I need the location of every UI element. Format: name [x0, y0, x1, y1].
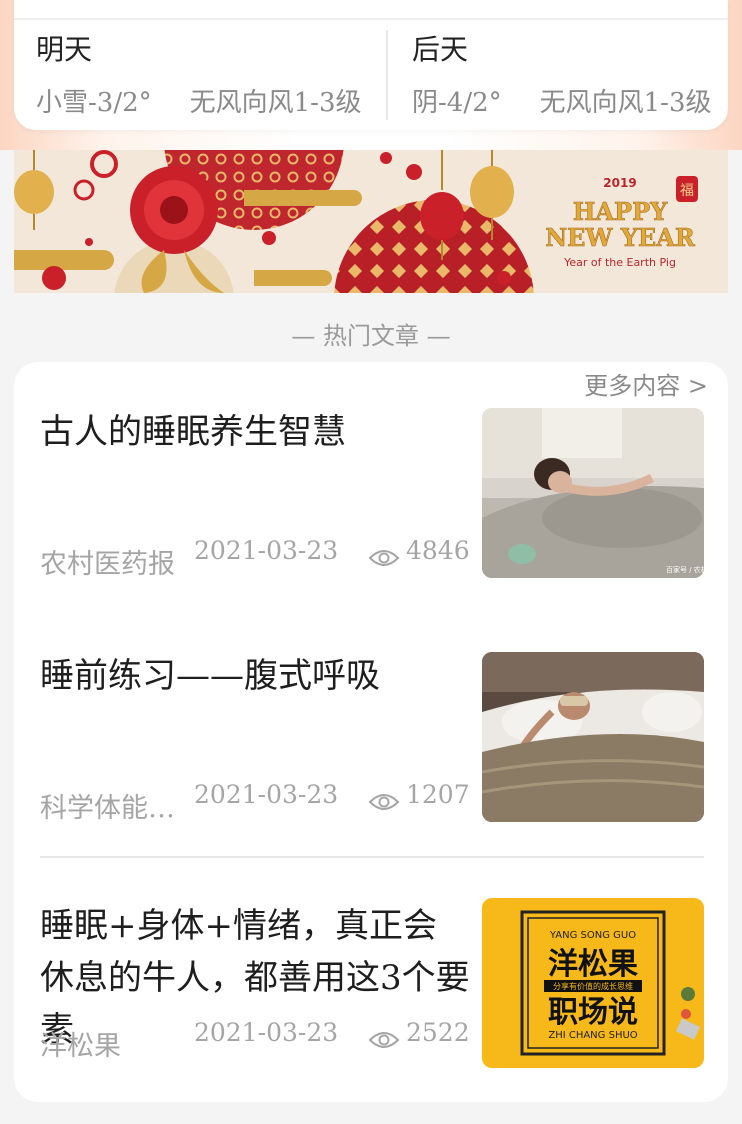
- article-source: 农村医药报: [40, 549, 175, 580]
- forecast-condition: 阴-4/2°: [412, 88, 502, 118]
- article-source: 洋松果: [40, 1031, 121, 1062]
- forecast-day-after: 后天 阴-4/2° 无风向风1-3级: [412, 30, 712, 119]
- forecast-wind: 无风向风1-3级: [189, 88, 362, 118]
- article-views: 2522: [406, 1018, 470, 1047]
- logo-bottom-text: ZHI CHANG SHUO: [548, 1030, 637, 1041]
- card-top-line: [14, 18, 728, 20]
- article-source: 科学体能…: [40, 793, 175, 824]
- eye-icon: [368, 1032, 400, 1048]
- weather-forecast-card: 明天 小雪-3/2° 无风向风1-3级 后天 阴-4/2° 无风向风1-3级: [14, 0, 728, 130]
- article-title[interactable]: 睡前练习——腹式呼吸: [40, 650, 470, 702]
- logo-top-text: YANG SONG GUO: [549, 930, 636, 941]
- more-content-link[interactable]: 更多内容 >: [584, 366, 708, 401]
- yangsongguo-logo-image: YANG SONG GUO 洋松果 分享有价值的成长思维 职场说 ZHI CHA…: [482, 898, 704, 1068]
- logo-main-text-1: 洋松果: [548, 947, 638, 982]
- article-item[interactable]: 睡眠+身体+情绪，真正会休息的牛人，都善用这3个要素 洋松果 2021-03-2…: [40, 898, 704, 1068]
- banner-happy: HAPPY: [573, 197, 668, 226]
- logo-main-text-2: 职场说: [548, 995, 638, 1030]
- article-thumbnail[interactable]: [482, 652, 704, 822]
- forecast-details: 小雪-3/2° 无风向风1-3级: [36, 82, 362, 119]
- eye-icon: [368, 550, 400, 566]
- article-thumbnail[interactable]: YANG SONG GUO 洋松果 分享有价值的成长思维 职场说 ZHI CHA…: [482, 898, 704, 1068]
- article-meta: 科学体能… 2021-03-23 1207: [40, 780, 480, 824]
- sleeping-woman-image: 百家号 / 农村: [482, 408, 704, 578]
- article-meta: 洋松果 2021-03-23 2522: [40, 1018, 480, 1062]
- section-title: — 热门文章 —: [291, 322, 451, 350]
- hot-articles-card: 更多内容 > 古人的睡眠养生智慧 农村医药报 2021-03-23 4846 百…: [14, 362, 728, 1102]
- article-title[interactable]: 古人的睡眠养生智慧: [40, 406, 470, 458]
- article-date: 2021-03-23: [194, 536, 339, 565]
- article-thumbnail[interactable]: 百家号 / 农村: [482, 408, 704, 578]
- forecast-condition: 小雪-3/2°: [36, 88, 152, 118]
- thumbnail-watermark: 百家号 / 农村: [666, 565, 704, 574]
- article-date: 2021-03-23: [194, 1018, 339, 1047]
- banner-fu: 福: [680, 183, 694, 199]
- forecast-day-label: 后天: [412, 33, 469, 66]
- forecast-wind: 无风向风1-3级: [539, 88, 712, 118]
- forecast-tomorrow: 明天 小雪-3/2° 无风向风1-3级: [36, 30, 362, 119]
- article-item[interactable]: 睡前练习——腹式呼吸 科学体能… 2021-03-23 1207: [40, 650, 704, 824]
- article-date: 2021-03-23: [194, 780, 339, 809]
- forecast-divider: [386, 30, 388, 120]
- banner-illustration: 福 2019 HAPPY NEW YEAR Year of the Earth …: [14, 150, 728, 293]
- banner-new-year: NEW YEAR: [545, 223, 696, 252]
- logo-sub-text: 分享有价值的成长思维: [553, 981, 633, 991]
- eye-icon: [368, 794, 400, 810]
- banner-year: 2019: [603, 176, 636, 190]
- article-item[interactable]: 古人的睡眠养生智慧 农村医药报 2021-03-23 4846 百家号 / 农村: [40, 406, 704, 580]
- forecast-details: 阴-4/2° 无风向风1-3级: [412, 82, 712, 119]
- forecast-day-label: 明天: [36, 33, 93, 66]
- article-views: 1207: [406, 780, 470, 809]
- article-views: 4846: [406, 536, 470, 565]
- article-meta: 农村医药报 2021-03-23 4846: [40, 536, 480, 580]
- new-year-banner[interactable]: 福 2019 HAPPY NEW YEAR Year of the Earth …: [14, 150, 728, 293]
- woman-with-eye-mask-image: [482, 652, 704, 822]
- list-divider: [40, 856, 704, 858]
- banner-tagline: Year of the Earth Pig: [563, 256, 676, 269]
